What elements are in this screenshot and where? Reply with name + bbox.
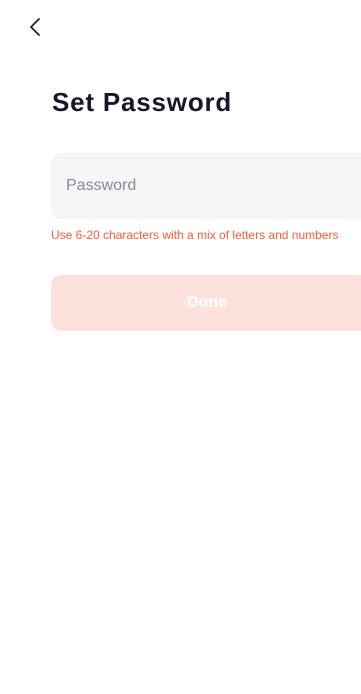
page-title: Set Password: [52, 87, 233, 117]
password-hint: Use 6-20 characters with a mix of letter…: [51, 228, 339, 242]
password-field[interactable]: [51, 153, 361, 219]
password-input[interactable]: [51, 153, 361, 219]
chevron-left-icon: [29, 17, 41, 37]
done-button[interactable]: Done: [51, 275, 361, 331]
back-button[interactable]: [22, 12, 48, 42]
